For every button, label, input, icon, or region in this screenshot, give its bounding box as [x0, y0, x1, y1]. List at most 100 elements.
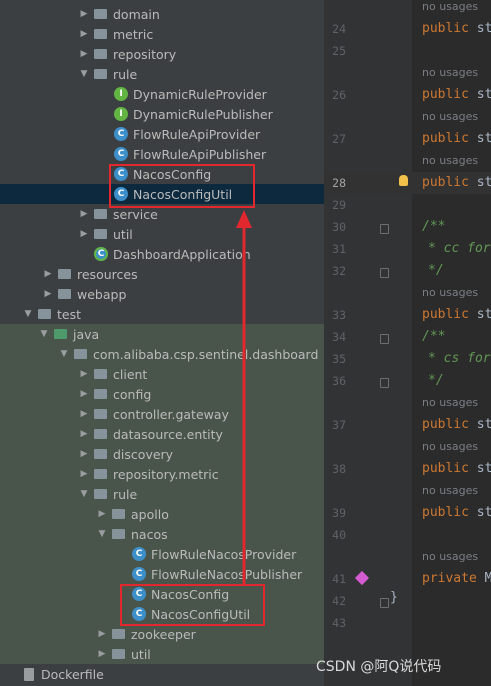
class-icon: C [132, 547, 146, 561]
chevron-right-icon[interactable]: ▶ [78, 469, 90, 479]
tree-item-rule[interactable]: ▼ rule [0, 64, 324, 84]
chevron-right-icon[interactable]: ▶ [78, 49, 90, 59]
chevron-down-icon[interactable]: ▼ [22, 309, 34, 319]
tree-item-test-util[interactable]: ▶ util [0, 644, 324, 664]
chevron-down-icon[interactable]: ▼ [96, 529, 108, 539]
line-number: 43 [332, 616, 346, 630]
chevron-right-icon[interactable]: ▶ [96, 629, 108, 639]
tree-item-repository[interactable]: ▶ repository [0, 44, 324, 64]
keyword-public: public [422, 87, 469, 102]
usage-hint: no usages [422, 396, 479, 409]
tree-item-metric[interactable]: ▶ metric [0, 24, 324, 44]
code-line: public st [422, 458, 491, 480]
tree-item-flow-rule-nacos-publisher[interactable]: C FlowRuleNacosPublisher [0, 564, 324, 584]
tree-item-label: service [113, 206, 158, 222]
tree-item-label: rule [113, 486, 138, 502]
tree-item-label: zookeeper [131, 626, 196, 642]
tree-item-controller-gateway[interactable]: ▶ controller.gateway [0, 404, 324, 424]
usage-hint: no usages [422, 484, 479, 497]
keyword-public: public [422, 417, 469, 432]
fold-marker-icon[interactable] [380, 334, 389, 344]
chevron-right-icon[interactable]: ▶ [78, 29, 90, 39]
chevron-right-icon[interactable]: ▶ [78, 229, 90, 239]
folder-icon [94, 49, 107, 59]
chevron-right-icon[interactable]: ▶ [78, 429, 90, 439]
line-number: 30 [332, 220, 346, 234]
chevron-right-icon[interactable]: ▶ [78, 209, 90, 219]
fold-marker-icon[interactable] [380, 598, 389, 608]
chevron-right-icon[interactable]: ▶ [78, 449, 90, 459]
tree-item-label: domain [113, 6, 160, 22]
code-tail: st [476, 461, 491, 476]
tree-item-dockerfile[interactable]: Dockerfile [0, 664, 324, 684]
folder-icon [94, 389, 107, 399]
tree-item-domain[interactable]: ▶ domain [0, 4, 324, 24]
fold-marker-icon[interactable] [380, 378, 389, 388]
tree-item-test-java[interactable]: ▼ java [0, 324, 324, 344]
doc-comment: */ [428, 263, 444, 278]
tree-item-label: java [73, 326, 100, 342]
line-number: 42 [332, 594, 346, 608]
chevron-down-icon[interactable]: ▼ [58, 349, 70, 359]
tree-item-repository-metric[interactable]: ▶ repository.metric [0, 464, 324, 484]
keyword-public: public [422, 175, 469, 190]
tree-item-package[interactable]: ▼ com.alibaba.csp.sentinel.dashboard [0, 344, 324, 364]
tree-item-datasource-entity[interactable]: ▶ datasource.entity [0, 424, 324, 444]
tree-item-label: Dockerfile [41, 666, 104, 682]
folder-icon [94, 449, 107, 459]
chevron-right-icon[interactable]: ▶ [78, 369, 90, 379]
tree-item-flow-rule-api-provider[interactable]: C FlowRuleApiProvider [0, 124, 324, 144]
chevron-down-icon[interactable]: ▼ [78, 489, 90, 499]
line-number: 24 [332, 22, 346, 36]
tree-item-resources[interactable]: ▶ resources [0, 264, 324, 284]
doc-comment: */ [428, 373, 444, 388]
code-tail: M [484, 571, 491, 586]
resources-folder-icon [58, 269, 71, 279]
fold-marker-icon[interactable] [380, 268, 389, 278]
usage-hint: no usages [422, 0, 479, 13]
chevron-right-icon[interactable]: ▶ [96, 509, 108, 519]
chevron-right-icon[interactable]: ▶ [42, 269, 54, 279]
folder-icon [38, 309, 51, 319]
keyword-public: public [422, 131, 469, 146]
code-tail: st [476, 505, 491, 520]
tree-item-apollo[interactable]: ▶ apollo [0, 504, 324, 524]
tree-item-util[interactable]: ▶ util [0, 224, 324, 244]
tree-item-dynamic-rule-provider[interactable]: I DynamicRuleProvider [0, 84, 324, 104]
tree-item-test[interactable]: ▼ test [0, 304, 324, 324]
code-tail: st [476, 175, 491, 190]
tree-item-label: test [57, 306, 82, 322]
code-tail: st [476, 417, 491, 432]
package-icon [74, 349, 87, 359]
chevron-right-icon[interactable]: ▶ [78, 9, 90, 19]
lightbulb-icon[interactable] [399, 175, 408, 186]
tree-item-dashboard-application[interactable]: C DashboardApplication [0, 244, 324, 264]
chevron-down-icon[interactable]: ▼ [38, 329, 50, 339]
folder-icon [112, 509, 125, 519]
folder-icon [94, 229, 107, 239]
tree-item-flow-rule-nacos-provider[interactable]: C FlowRuleNacosProvider [0, 544, 324, 564]
tree-item-flow-rule-api-publisher[interactable]: C FlowRuleApiPublisher [0, 144, 324, 164]
chevron-right-icon[interactable]: ▶ [78, 389, 90, 399]
tree-item-label: DashboardApplication [113, 246, 251, 262]
class-icon: C [114, 147, 128, 161]
highlight-box-test [120, 584, 265, 626]
tree-item-config[interactable]: ▶ config [0, 384, 324, 404]
chevron-right-icon[interactable]: ▶ [78, 409, 90, 419]
keyword-public: public [422, 461, 469, 476]
fold-marker-icon[interactable] [380, 224, 389, 234]
tree-item-dynamic-rule-publisher[interactable]: I DynamicRulePublisher [0, 104, 324, 124]
chevron-down-icon[interactable]: ▼ [78, 69, 90, 79]
tree-item-label: nacos [131, 526, 168, 542]
tree-item-discovery[interactable]: ▶ discovery [0, 444, 324, 464]
chevron-right-icon[interactable]: ▶ [42, 289, 54, 299]
tree-item-nacos[interactable]: ▼ nacos [0, 524, 324, 544]
tree-item-zookeeper[interactable]: ▶ zookeeper [0, 624, 324, 644]
line-number: 41 [332, 572, 346, 586]
tree-item-webapp[interactable]: ▶ webapp [0, 284, 324, 304]
tree-item-client[interactable]: ▶ client [0, 364, 324, 384]
line-number: 27 [332, 132, 346, 146]
tree-item-test-rule[interactable]: ▼ rule [0, 484, 324, 504]
chevron-right-icon[interactable]: ▶ [96, 649, 108, 659]
line-number: 39 [332, 506, 346, 520]
